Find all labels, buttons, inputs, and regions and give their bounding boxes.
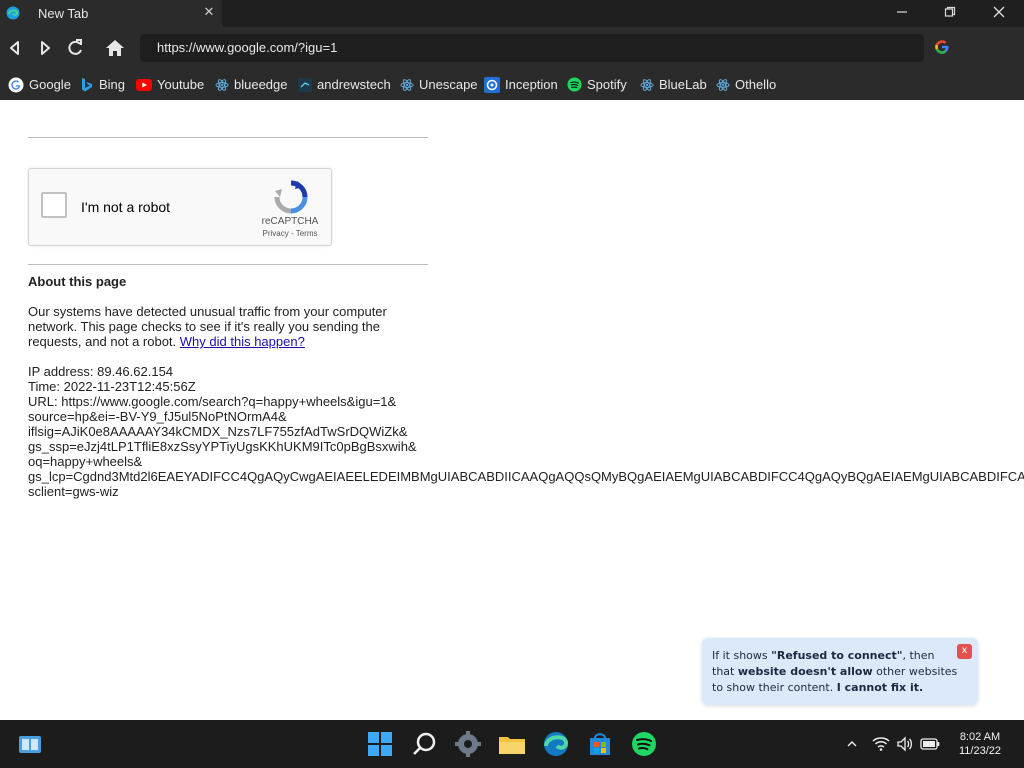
page-content: I'm not a robot reCAPTCHA Privacy - Term… xyxy=(0,100,1024,720)
restore-icon xyxy=(944,6,956,17)
chevron-up-icon[interactable] xyxy=(846,738,858,750)
notice-part: If it shows xyxy=(712,649,772,662)
terms-link[interactable]: Terms xyxy=(296,229,318,238)
about-paragraph: Our systems have detected unusual traffi… xyxy=(28,304,428,349)
back-arrow-icon[interactable] xyxy=(3,36,27,60)
url-line: source=hp&ei=-BV-Y9_fJ5ul5NoPtNOrmA4& xyxy=(28,409,287,424)
file-explorer-icon[interactable] xyxy=(496,728,528,760)
browser-toolbar: https://www.google.com/?igu=1 xyxy=(0,27,1024,69)
clock-date: 11/23/22 xyxy=(958,745,1001,757)
url-line: gs_lcp=Cgdnd3Mtd2l6EAEYADIFCC4QgAQyCwgAE… xyxy=(28,469,1024,484)
address-bar[interactable]: https://www.google.com/?igu=1 xyxy=(140,34,924,62)
request-info: IP address: 89.46.62.154 Time: 2022-11-2… xyxy=(28,364,1024,499)
bookmark-label: Google xyxy=(29,77,71,92)
spotify-icon xyxy=(567,77,582,92)
bookmark-label: Inception xyxy=(505,77,558,92)
minimize-button[interactable] xyxy=(878,0,926,27)
divider xyxy=(28,137,428,138)
bing-icon xyxy=(82,77,92,91)
settings-icon[interactable] xyxy=(452,728,484,760)
battery-icon[interactable] xyxy=(920,738,940,750)
recaptcha-brand: reCAPTCHA xyxy=(261,216,319,227)
search-icon[interactable] xyxy=(409,728,441,760)
bookmark-label: BlueLab xyxy=(659,77,707,92)
url-line: URL: https://www.google.com/search?q=hap… xyxy=(28,394,397,409)
recaptcha-label: I'm not a robot xyxy=(81,199,171,215)
url-line: oq=happy+wheels& xyxy=(28,454,143,469)
close-icon xyxy=(993,6,1005,18)
bookmark-label: Othello xyxy=(735,77,777,92)
bookmarks-bar: Google Bing Youtube blueedge andrewstech… xyxy=(0,69,1024,100)
links-separator: - xyxy=(288,229,296,238)
bookmark-othello[interactable]: Othello xyxy=(716,75,776,94)
bookmark-unescape[interactable]: Unescape xyxy=(400,75,478,94)
start-icon[interactable] xyxy=(364,728,396,760)
url-line: gs_ssp=eJzj4tLP1TfliE8xzSsyYPTiyUgsKKhUK… xyxy=(28,439,417,454)
react-icon xyxy=(716,78,730,91)
notice-close-button[interactable]: x xyxy=(957,644,972,659)
request-time: Time: 2022-11-23T12:45:56Z xyxy=(28,379,196,394)
recaptcha-links: Privacy - Terms xyxy=(249,229,331,238)
store-icon[interactable] xyxy=(584,728,616,760)
bookmark-bing[interactable]: Bing xyxy=(80,75,125,94)
bookmark-label: Unescape xyxy=(419,77,478,92)
react-icon xyxy=(215,78,229,91)
notice-bold: I cannot fix it. xyxy=(836,681,924,694)
forward-arrow-icon[interactable] xyxy=(33,36,57,60)
close-window-button[interactable] xyxy=(975,0,1023,27)
restore-button[interactable] xyxy=(926,0,974,27)
tab-close-icon[interactable]: ✕ xyxy=(202,5,216,19)
divider xyxy=(28,264,428,265)
minimize-icon xyxy=(897,11,907,13)
bookmark-inception[interactable]: Inception xyxy=(484,75,558,94)
privacy-link[interactable]: Privacy xyxy=(263,229,289,238)
bookmark-label: blueedge xyxy=(234,77,288,92)
react-icon xyxy=(400,78,414,91)
recaptcha-logo-icon xyxy=(274,180,308,214)
edge-icon xyxy=(6,6,20,20)
google-icon[interactable] xyxy=(934,39,950,55)
bookmark-google[interactable]: Google xyxy=(8,75,71,94)
google-icon xyxy=(8,77,24,92)
taskbar: 8:02 AM 11/23/22 xyxy=(0,720,1024,768)
widgets-icon[interactable] xyxy=(14,728,46,760)
inception-icon xyxy=(484,76,500,93)
edge-icon[interactable] xyxy=(540,728,572,760)
bookmark-label: andrewstech xyxy=(317,77,391,92)
bookmark-youtube[interactable]: Youtube xyxy=(136,75,204,94)
home-icon[interactable] xyxy=(103,36,127,60)
notice-bold: website doesn't allow xyxy=(737,665,873,678)
bookmark-label: Spotify xyxy=(587,77,627,92)
youtube-icon xyxy=(136,78,152,91)
reload-icon[interactable] xyxy=(63,36,87,60)
clock[interactable]: 8:02 AM 11/23/22 xyxy=(944,730,1016,758)
bookmark-blueedge[interactable]: blueedge xyxy=(215,75,288,94)
bookmark-bluelab[interactable]: BlueLab xyxy=(640,75,707,94)
ip-address: IP address: 89.46.62.154 xyxy=(28,364,174,379)
about-heading: About this page xyxy=(28,274,127,289)
url-line: iflsig=AJiK0e8AAAAAY34kCMDX_Nzs7LF755zfA… xyxy=(28,424,408,439)
bookmark-label: Youtube xyxy=(157,77,205,92)
andrewstech-icon xyxy=(298,77,312,92)
notice-text: If it shows "Refused to connect", then t… xyxy=(712,648,960,696)
refused-connect-notice: If it shows "Refused to connect", then t… xyxy=(702,638,978,705)
recaptcha-checkbox[interactable] xyxy=(41,192,67,218)
url-line: sclient=gws-wiz xyxy=(28,484,119,499)
spotify-icon[interactable] xyxy=(628,728,660,760)
bookmark-label: Bing xyxy=(99,77,126,92)
bookmark-andrewstech[interactable]: andrewstech xyxy=(298,75,391,94)
volume-icon[interactable] xyxy=(896,736,914,752)
wifi-icon[interactable] xyxy=(872,736,890,752)
bookmark-spotify[interactable]: Spotify xyxy=(567,75,627,94)
clock-time: 8:02 AM xyxy=(959,731,1001,743)
notice-bold: "Refused to connect" xyxy=(771,649,903,662)
react-icon xyxy=(640,78,654,91)
recaptcha-widget: I'm not a robot reCAPTCHA Privacy - Term… xyxy=(28,168,332,246)
tab-new-tab[interactable]: New Tab ✕ xyxy=(0,0,222,27)
why-link[interactable]: Why did this happen? xyxy=(180,334,305,349)
title-bar: New Tab ✕ xyxy=(0,0,1024,27)
tab-title: New Tab xyxy=(38,6,89,21)
